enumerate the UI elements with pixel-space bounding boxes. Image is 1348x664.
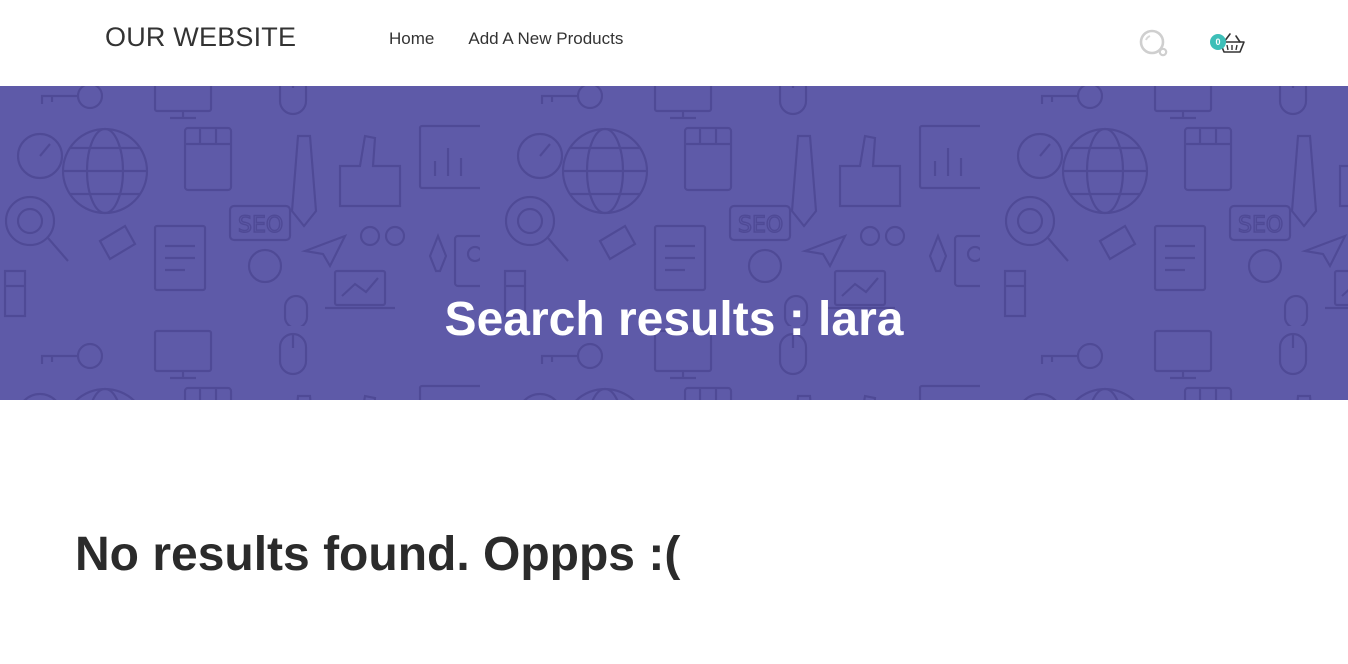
nav-add-product-link[interactable]: Add A New Products	[468, 29, 623, 49]
main-nav: Home Add A New Products	[389, 29, 623, 49]
cart-count-badge: 0	[1210, 34, 1226, 50]
no-results-message: No results found. Oppps :(	[75, 528, 681, 581]
search-banner: SEO	[0, 86, 1348, 400]
search-results-title: Search results : lara	[444, 293, 904, 346]
cart-button[interactable]: 0	[1210, 28, 1250, 60]
nav-home-link[interactable]: Home	[389, 29, 434, 49]
banner-pattern: SEO	[0, 86, 1348, 400]
search-button[interactable]	[1138, 28, 1170, 60]
banner-pattern-fill	[0, 86, 1348, 400]
site-logo[interactable]: OUR WEBSITE	[105, 22, 296, 53]
site-header: OUR WEBSITE Home Add A New Products 0	[0, 0, 1348, 86]
search-icon	[1139, 29, 1168, 57]
